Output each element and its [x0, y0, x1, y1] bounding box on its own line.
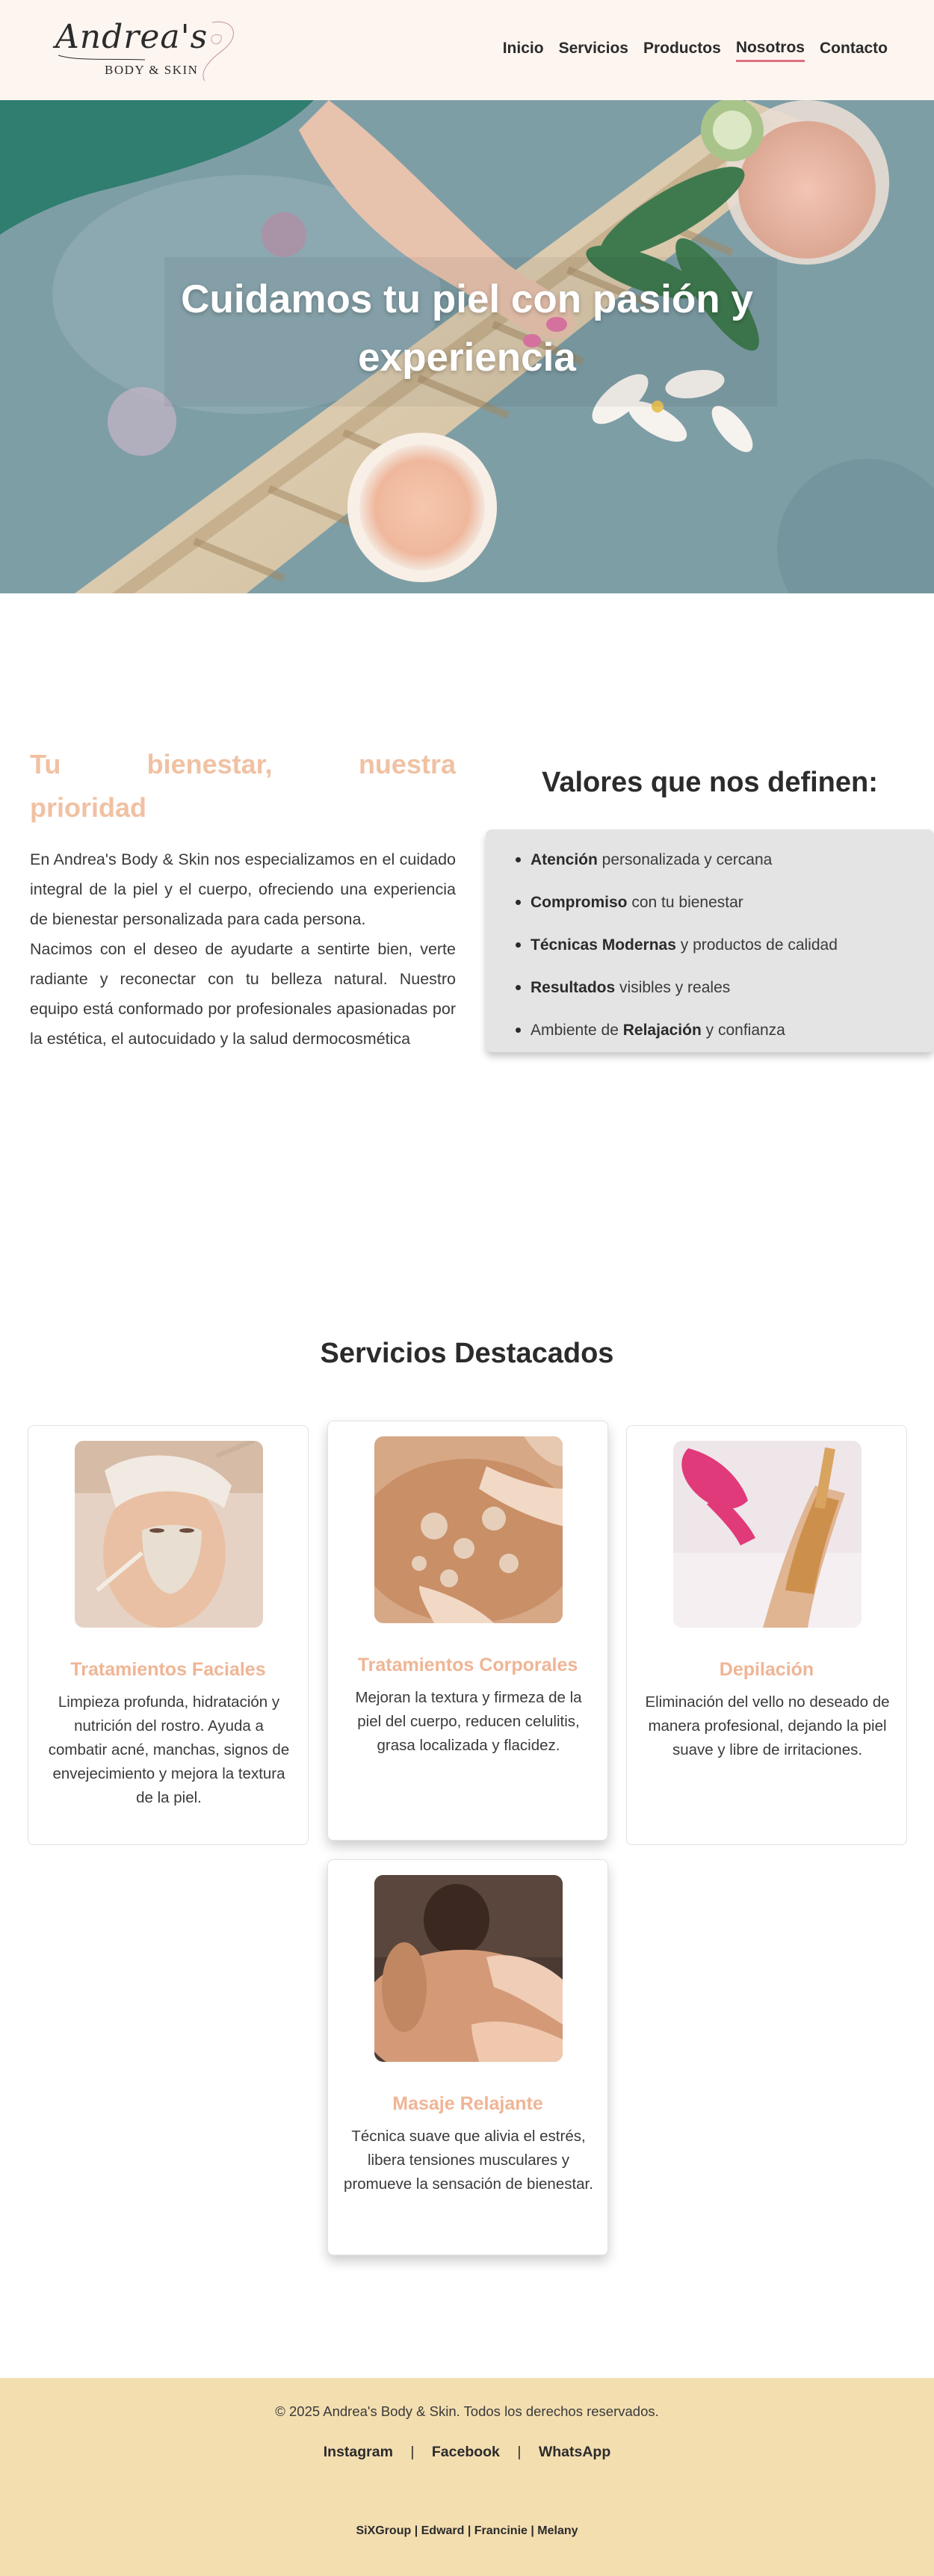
service-card-title: Tratamientos Faciales [70, 1659, 266, 1680]
nav-link-inicio[interactable]: Inicio [503, 40, 544, 61]
value-item: Compromiso con tu bienestar [516, 881, 934, 924]
service-card-title: Masaje Relajante [392, 2093, 543, 2114]
hero-title-line2: experiencia [358, 336, 576, 380]
service-card-facial[interactable]: Tratamientos Faciales Limpieza profunda,… [28, 1425, 309, 1845]
facial-treatment-image [75, 1441, 263, 1628]
value-item: Ambiente de Relajación y confianza [516, 1009, 934, 1051]
separator: | [517, 2444, 522, 2460]
service-card-text: Eliminación del vello no deseado de mane… [645, 1693, 890, 1758]
about-title-word: nuestra [358, 749, 456, 779]
values-list: Atención personalizada y cercana Comprom… [516, 838, 934, 1051]
main-nav: Inicio Servicios Productos Nosotros Cont… [503, 39, 888, 62]
service-card-title: Tratamientos Corporales [357, 1655, 578, 1675]
services-title: Servicios Destacados [320, 1338, 614, 1369]
facebook-link[interactable]: Facebook [432, 2444, 500, 2460]
nav-link-contacto[interactable]: Contacto [820, 40, 888, 61]
about-paragraph: En Andrea's Body & Skin nos especializam… [30, 850, 456, 928]
hero-title-line1: Cuidamos tu piel con pasión y [181, 277, 753, 321]
about-title: Tu bienestar, nuestra prioridad [30, 743, 456, 830]
about-title-word: bienestar, [146, 749, 273, 779]
about-title-line2: prioridad [30, 792, 147, 823]
copyright-text: © 2025 Andrea's Body & Skin. Todos los d… [275, 2403, 659, 2419]
hero-title: Cuidamos tu piel con pasión y experienci… [0, 271, 934, 387]
credits-text: SiXGroup | Edward | Francinie | Melany [356, 2524, 578, 2537]
hero-banner: Cuidamos tu piel con pasión y experienci… [0, 100, 934, 593]
site-header: Andrea's BODY & SKIN Inicio Servicios Pr… [0, 0, 934, 100]
about-intro: Tu bienestar, nuestra prioridad En Andre… [30, 743, 456, 1054]
massage-image [374, 1875, 563, 2062]
brand-logo[interactable]: Andrea's BODY & SKIN [55, 18, 242, 82]
logo-subtitle: BODY & SKIN [105, 63, 199, 77]
nav-link-servicios[interactable]: Servicios [559, 40, 628, 61]
service-card-waxing[interactable]: Depilación Eliminación del vello no dese… [626, 1425, 907, 1845]
service-card-body[interactable]: Tratamientos Corporales Mejoran la textu… [327, 1421, 608, 1841]
service-card-text: Mejoran la textura y firmeza de la piel … [355, 1689, 582, 1754]
values-list-box: Atención personalizada y cercana Comprom… [486, 830, 934, 1052]
about-text: En Andrea's Body & Skin nos especializam… [30, 844, 456, 1054]
value-item: Atención personalizada y cercana [516, 838, 934, 881]
about-title-word: Tu [30, 749, 61, 779]
body-treatment-image [374, 1436, 563, 1623]
logo-script-text: Andrea's [55, 18, 208, 56]
service-card-text: Limpieza profunda, hidratación y nutrici… [48, 1693, 290, 1806]
value-item: Técnicas Modernas y productos de calidad [516, 924, 934, 966]
separator: | [410, 2444, 415, 2460]
service-card-massage[interactable]: Masaje Relajante Técnica suave que alivi… [327, 1859, 608, 2255]
service-card-title: Depilación [719, 1659, 814, 1680]
nav-link-productos[interactable]: Productos [643, 40, 721, 61]
whatsapp-link[interactable]: WhatsApp [539, 2444, 610, 2460]
waxing-image [673, 1441, 862, 1628]
site-footer: © 2025 Andrea's Body & Skin. Todos los d… [0, 2378, 934, 2576]
service-card-text: Técnica suave que alivia el estrés, libe… [344, 2128, 593, 2193]
value-item: Resultados visibles y reales [516, 966, 934, 1009]
about-paragraph: Nacimos con el deseo de ayudarte a senti… [30, 940, 456, 1048]
values-title: Valores que nos definen: [542, 767, 878, 798]
social-links: Instagram | Facebook | WhatsApp [0, 2444, 934, 2461]
nav-link-nosotros[interactable]: Nosotros [735, 39, 805, 62]
instagram-link[interactable]: Instagram [324, 2444, 393, 2460]
